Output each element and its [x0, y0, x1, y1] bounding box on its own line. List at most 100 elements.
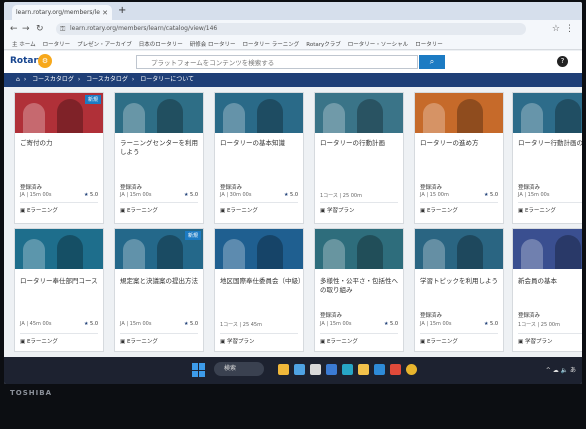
card-divider	[220, 202, 298, 203]
course-type-label: Eラーニング	[126, 339, 158, 345]
bookmark-item[interactable]: Rotaryクラブ	[306, 40, 340, 48]
course-title[interactable]: ロータリーの進め方	[420, 139, 502, 148]
course-card[interactable]: ラーニングセンターを利用しよう 登録済み JA | 15m 00s ★ 5.0 ▣ Eラ…	[114, 92, 204, 224]
enrollment-status: 登録済み	[20, 185, 43, 191]
course-rating: ★ 5.0	[484, 192, 498, 198]
course-title[interactable]: ラーニングセンターを利用しよう	[120, 139, 202, 157]
course-rating: ★ 5.0	[284, 192, 298, 198]
course-meta: JA | 15m 00s	[120, 192, 152, 198]
course-card[interactable]: 新会員の基本 登録済み 1コース | 25 00m ▣ 学習プラン	[512, 228, 582, 352]
course-title[interactable]: ご寄付の力	[20, 139, 102, 148]
course-type: ▣ Eラーニング	[420, 337, 458, 345]
course-card[interactable]: 新規 ご寄付の力 登録済み JA | 15m 00s ★ 5.0 ▣ Eラーニング	[14, 92, 104, 224]
course-thumbnail	[215, 93, 303, 133]
taskbar-search[interactable]: 検索	[214, 362, 264, 376]
course-type: ▣ Eラーニング	[220, 206, 258, 214]
course-card[interactable]: ロータリー奉仕部門コース JA | 45m 00s ★ 5.0 ▣ Eラーニング	[14, 228, 104, 352]
course-type-label: Eラーニング	[26, 208, 58, 214]
bookmark-item[interactable]: ロータリー	[415, 40, 443, 48]
breadcrumb-home-icon[interactable]: ⌂	[16, 76, 20, 83]
enrollment-status: 登録済み	[220, 185, 243, 191]
course-rating: ★ 5.0	[184, 321, 198, 327]
elearning-icon: ▣	[20, 208, 26, 214]
course-title[interactable]: ロータリーの基本知識	[220, 139, 302, 148]
card-divider	[120, 202, 198, 203]
store-icon[interactable]	[374, 364, 385, 375]
course-card[interactable]: ロータリーの行動計画 1コース | 25 00m ▣ 学習プラン	[314, 92, 404, 224]
course-meta: JA | 30m 00s	[220, 192, 252, 198]
star-icon: ★	[183, 321, 189, 327]
star-icon: ★	[483, 192, 489, 198]
breadcrumb-item[interactable]: コースカタログ	[32, 76, 74, 83]
browser-menu-icon[interactable]: ⋮	[565, 24, 574, 34]
office-icon[interactable]	[390, 364, 401, 375]
course-type: ▣ Eラーニング	[20, 206, 58, 214]
course-card[interactable]: ロータリーの進め方 登録済み JA | 15 00m ★ 5.0 ▣ Eラーニング	[414, 92, 504, 224]
widgets-icon[interactable]	[278, 364, 289, 375]
site-info-icon[interactable]: ⚿	[60, 23, 65, 35]
card-divider	[420, 333, 498, 334]
course-card[interactable]: 新規 規定案と決議案の提出方法 JA | 15m 00s ★ 5.0 ▣ Eラーニング	[114, 228, 204, 352]
course-card[interactable]: ロータリー行動計画の 登録済み JA | 15m 00s ▣ Eラーニング	[512, 92, 582, 224]
card-divider	[20, 202, 98, 203]
reload-icon[interactable]: ↻	[36, 24, 44, 34]
elearning-icon: ▣	[20, 339, 26, 345]
course-thumbnail: 新規	[115, 229, 203, 269]
tab-strip: learn.rotary.org/members/learn/... ✕ +	[4, 2, 582, 20]
start-button[interactable]	[192, 363, 206, 377]
bookmark-item[interactable]: 研修会 ロータリー	[190, 40, 236, 48]
search-button[interactable]: ⌕	[419, 55, 445, 69]
course-meta: JA | 15m 00s	[120, 321, 152, 327]
help-icon[interactable]: ?	[557, 56, 568, 67]
rating-value: 5.0	[490, 192, 498, 198]
mail-icon[interactable]	[342, 364, 353, 375]
course-title[interactable]: 地区国際奉仕委員会（中級）	[220, 277, 303, 286]
explorer-icon[interactable]	[358, 364, 369, 375]
course-title[interactable]: 新会員の基本	[518, 277, 582, 286]
bookmark-item[interactable]: ロータリー	[43, 40, 71, 48]
browser-tab[interactable]: learn.rotary.org/members/learn/... ✕	[12, 5, 112, 20]
back-icon[interactable]: ←	[10, 24, 18, 34]
course-type-label: Eラーニング	[524, 208, 556, 214]
enrollment-status: 登録済み	[120, 185, 143, 191]
edge-icon[interactable]	[326, 364, 337, 375]
bookmark-item[interactable]: 日本のロータリー	[139, 40, 183, 48]
course-title[interactable]: ロータリー行動計画の	[518, 139, 582, 148]
course-title[interactable]: ロータリー奉仕部門コース	[20, 277, 102, 286]
course-type-label: Eラーニング	[26, 339, 58, 345]
course-card[interactable]: 多様性・公平さ・包括性への取り組み 登録済み JA | 15m 00s ★ 5.0 ▣ …	[314, 228, 404, 352]
bookmark-item[interactable]: ロータリー・ソーシャル	[348, 40, 408, 48]
course-title[interactable]: ロータリーの行動計画	[320, 139, 402, 148]
course-thumbnail	[115, 93, 203, 133]
course-type-label: Eラーニング	[426, 208, 458, 214]
bookmark-item[interactable]: ロータリー ラーニング	[243, 40, 300, 48]
task-view-icon[interactable]	[310, 364, 321, 375]
course-thumbnail	[513, 229, 582, 269]
course-title[interactable]: 学習トピックを利用しよう	[420, 277, 502, 286]
forward-icon[interactable]: →	[22, 24, 30, 34]
elearning-icon: ▣	[220, 339, 226, 345]
bookmark-star-icon[interactable]: ☆	[552, 24, 560, 34]
course-card[interactable]: 学習トピックを利用しよう 登録済み JA | 15m 00s ★ 5.0 ▣ Eラーニン…	[414, 228, 504, 352]
breadcrumb-item[interactable]: コースカタログ	[86, 76, 128, 83]
url-field[interactable]: ⚿ learn.rotary.org/members/learn/catalog…	[56, 23, 526, 35]
star-icon: ★	[383, 321, 389, 327]
course-card[interactable]: ロータリーの基本知識 登録済み JA | 30m 00s ★ 5.0 ▣ Eラーニング	[214, 92, 304, 224]
bookmark-item[interactable]: プレゼン・アーカイブ	[77, 40, 132, 48]
bookmark-item[interactable]: 主 ホーム	[12, 40, 36, 48]
enrollment-status: 登録済み	[518, 313, 541, 319]
system-tray[interactable]: ^ ☁ 🔈 あ	[546, 365, 576, 374]
chat-icon[interactable]	[294, 364, 305, 375]
search-input[interactable]: プラットフォームをコンテンツを検索する	[136, 55, 418, 69]
close-tab-icon[interactable]: ✕	[102, 9, 108, 17]
star-icon: ★	[83, 321, 89, 327]
chrome-icon[interactable]	[406, 364, 417, 375]
course-thumbnail	[215, 229, 303, 269]
enrollment-status: 登録済み	[320, 313, 343, 319]
new-tab-button[interactable]: +	[118, 5, 126, 16]
address-bar-row: ← → ↻ ⚿ learn.rotary.org/members/learn/c…	[4, 20, 582, 38]
course-card[interactable]: 地区国際奉仕委員会（中級） 1コース | 25 45m ▣ 学習プラン	[214, 228, 304, 352]
course-title[interactable]: 規定案と決議案の提出方法	[120, 277, 202, 286]
elearning-icon: ▣	[518, 339, 524, 345]
course-title[interactable]: 多様性・公平さ・包括性への取り組み	[320, 277, 402, 295]
